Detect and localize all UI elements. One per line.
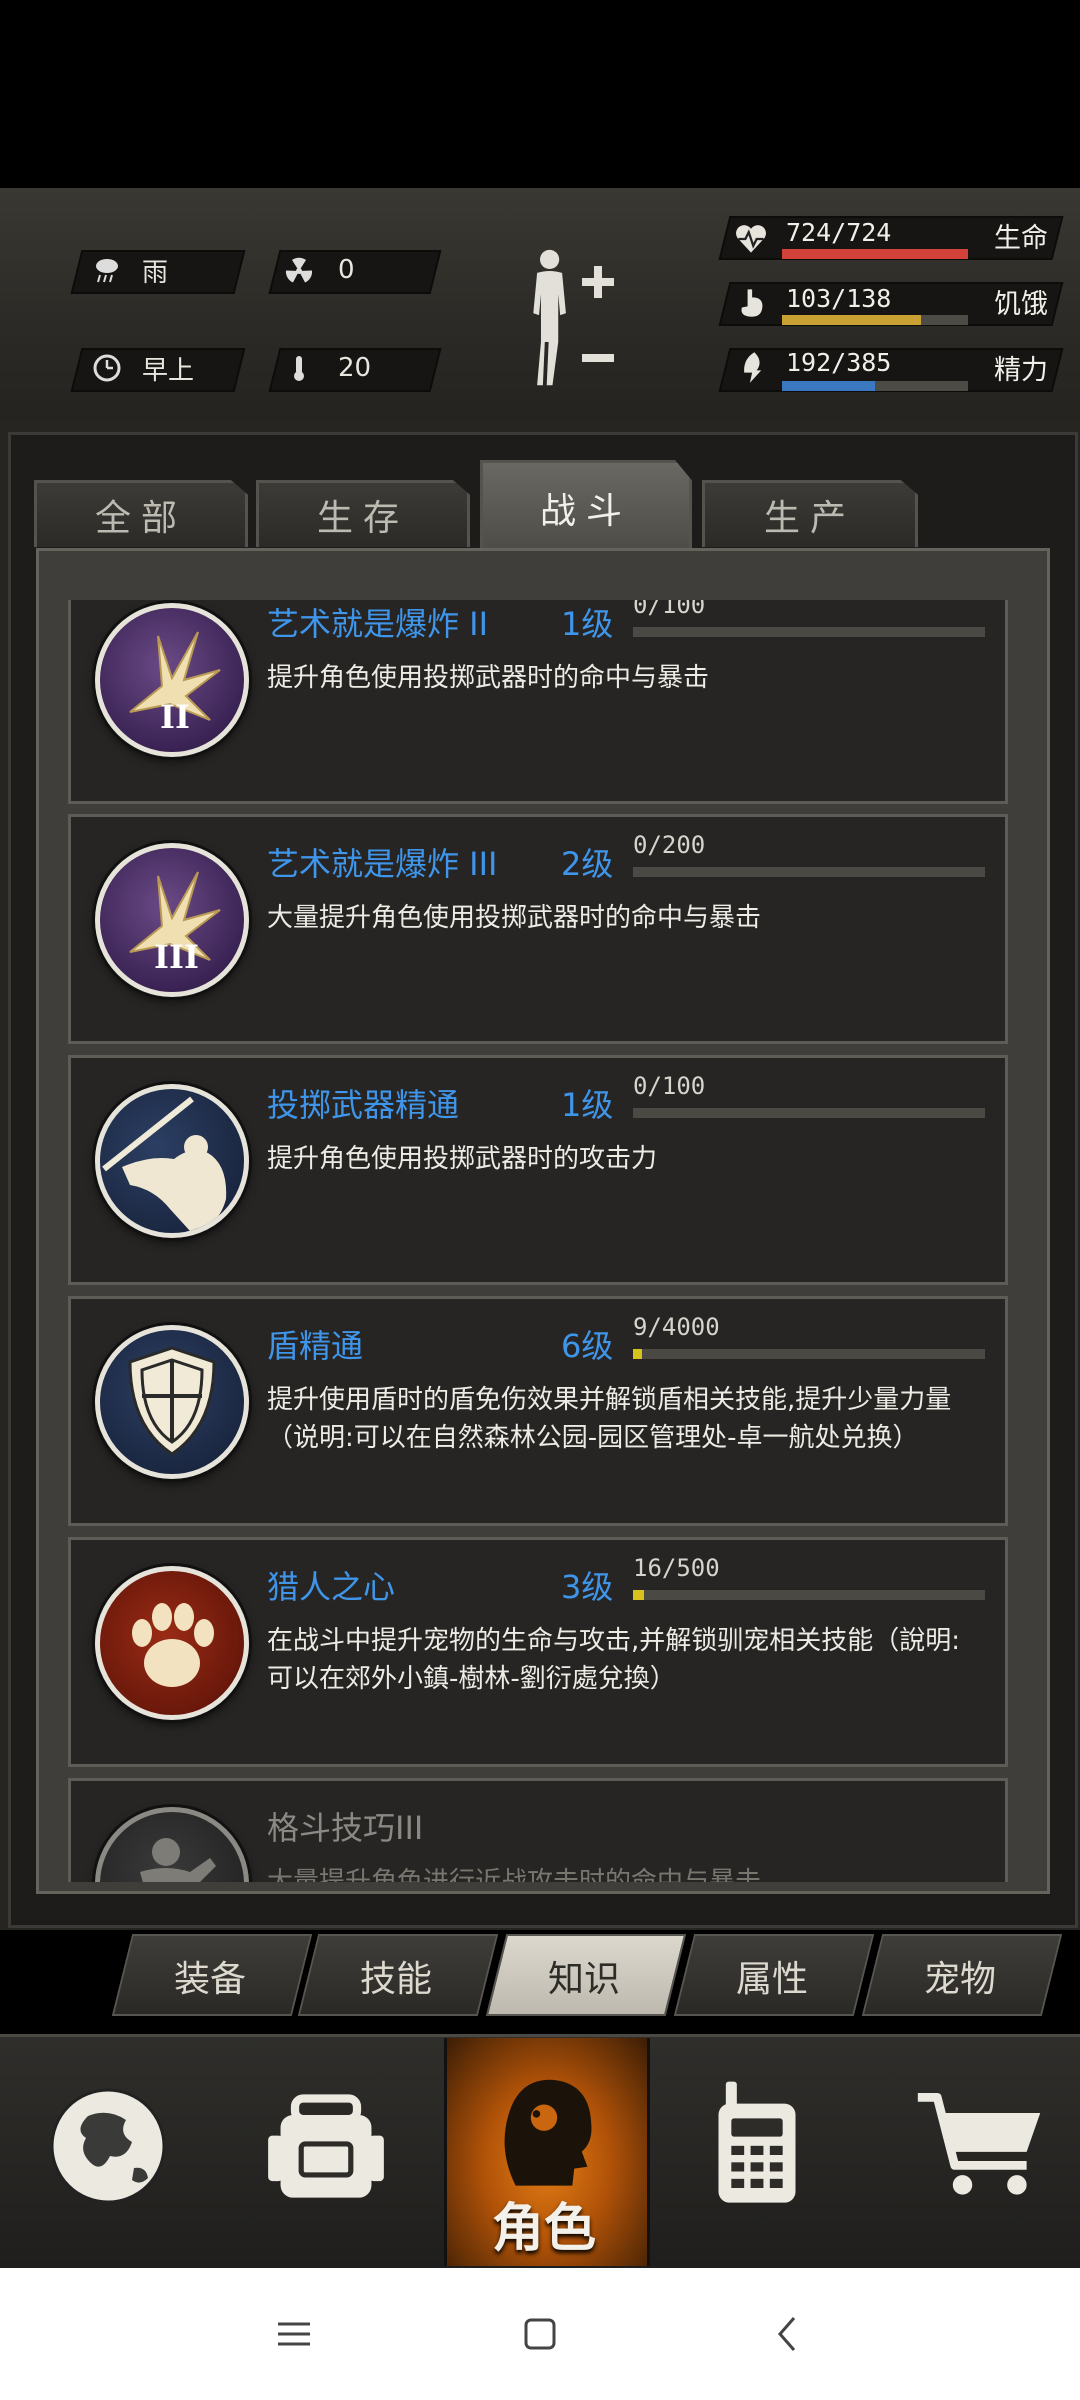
skill-description: 提升使用盾时的盾免伤效果并解锁盾相关技能,提升少量力量（说明:可以在自然森林公园… <box>267 1385 952 1453</box>
explosion-icon: II <box>95 603 249 757</box>
skill-description: 大量提升角色使用投掷武器时的命中与暴击 <box>267 903 762 933</box>
tab-all[interactable]: 全部 <box>34 480 248 547</box>
subtab-skills[interactable]: 技能 <box>308 1950 484 2002</box>
skill-name: 格斗技巧III <box>267 1809 424 1847</box>
energy-icon <box>744 352 762 383</box>
subtab-knowledge[interactable]: 知识 <box>496 1950 672 2002</box>
skill-card-shield-mastery[interactable]: 盾精通 6级 9/4000 提升使用盾时的盾免伤效果并解锁盾相关技能,提升少量力… <box>68 1296 1008 1526</box>
globe-icon[interactable] <box>48 2086 168 2206</box>
svg-text:II: II <box>160 698 190 736</box>
skill-card-art-explosion-3[interactable]: III 艺术就是爆炸 III 2级 0/200 大量提升角色使用投掷武器时的命中… <box>68 814 1008 1044</box>
tab-survival-label: 生存 <box>316 498 409 539</box>
tab-survival[interactable]: 生存 <box>256 480 470 547</box>
temperature-value: 20 <box>338 353 372 383</box>
skill-xp: 0/100 <box>633 1072 706 1100</box>
skill-xp: 0/100 <box>633 600 706 619</box>
temperature-chip: 20 <box>284 348 371 388</box>
skill-progress-bar <box>633 1590 985 1600</box>
skill-card-hunter-heart[interactable]: 猎人之心 3级 16/500 在战斗中提升宠物的生命与攻击,并解锁驯宠相关技能（… <box>68 1537 1008 1767</box>
subtab-equipment[interactable]: 装备 <box>122 1950 298 2002</box>
svg-text:III: III <box>154 938 199 976</box>
clock-icon <box>93 354 121 382</box>
back-icon[interactable] <box>768 2314 808 2354</box>
energy-label: 精力 <box>994 355 1048 386</box>
skill-level: 2级 <box>561 845 614 883</box>
skill-name: 投掷武器精通 <box>267 1086 460 1124</box>
health-bar <box>782 249 968 259</box>
skill-name: 艺术就是爆炸 II <box>267 605 489 643</box>
skill-name: 盾精通 <box>267 1327 364 1365</box>
hunger-label: 饥饿 <box>994 289 1048 320</box>
skill-progress-bar <box>633 1349 985 1359</box>
skill-level: 1级 <box>561 605 614 643</box>
subtab-pets[interactable]: 宠物 <box>872 1950 1048 2002</box>
nav-character-label: 角色 <box>491 2199 596 2259</box>
status-bar-area <box>0 0 1080 188</box>
hunger-bar <box>782 315 968 325</box>
fighter-icon <box>95 1807 249 1882</box>
subtab-attributes[interactable]: 属性 <box>684 1950 860 2002</box>
minus-icon[interactable] <box>578 338 618 378</box>
skill-xp: 16/500 <box>633 1554 720 1582</box>
skill-level: 1级 <box>561 1086 614 1124</box>
javelin-thrower-icon <box>95 1084 249 1238</box>
radiation-icon <box>285 257 313 283</box>
tab-production-label: 生产 <box>763 498 856 539</box>
radiation-value: 0 <box>338 255 355 285</box>
skill-description: 大量提升角色进行近战攻击时的命中与暴击 <box>267 1867 762 1882</box>
time-of-day-label: 早上 <box>142 355 195 386</box>
heart-pulse-icon <box>736 225 766 253</box>
explosion-icon: III <box>95 843 249 997</box>
thermometer-icon <box>294 356 304 381</box>
weather-chip: 雨 <box>92 250 168 290</box>
tab-combat-label: 战斗 <box>539 491 632 532</box>
radiation-chip: 0 <box>284 250 355 290</box>
skill-name: 猎人之心 <box>267 1568 396 1606</box>
radio-icon[interactable] <box>702 2074 812 2214</box>
plus-icon[interactable] <box>578 262 618 302</box>
skill-level: 6级 <box>561 1327 614 1365</box>
skill-list[interactable]: II 艺术就是爆炸 II 1级 0/100 提升角色使用投掷武器时的命中与暴击 … <box>68 600 1008 1882</box>
stomach-icon <box>741 289 763 317</box>
time-chip: 早上 <box>92 348 194 388</box>
skill-xp: 9/4000 <box>633 1313 720 1341</box>
home-icon[interactable] <box>520 2314 560 2354</box>
paw-icon <box>95 1566 249 1720</box>
skill-card-fighting-technique-3[interactable]: 格斗技巧III 大量提升角色进行近战攻击时的命中与暴击 <box>68 1778 1008 1882</box>
energy-bar <box>782 381 968 391</box>
health-label: 生命 <box>994 223 1048 254</box>
tab-all-label: 全部 <box>94 498 187 539</box>
skill-progress-bar <box>633 867 985 877</box>
shield-icon <box>95 1325 249 1479</box>
tab-production[interactable]: 生产 <box>702 480 918 547</box>
hunger-value: 103/138 <box>786 284 892 313</box>
menu-icon[interactable] <box>274 2314 314 2354</box>
weather-label: 雨 <box>142 257 169 288</box>
tab-combat[interactable]: 战斗 <box>480 460 692 553</box>
skill-description: 提升角色使用投掷武器时的攻击力 <box>267 1144 658 1174</box>
skill-description: 提升角色使用投掷武器时的命中与暴击 <box>267 663 710 693</box>
health-value: 724/724 <box>786 218 892 247</box>
skill-level: 3级 <box>561 1568 614 1606</box>
skill-description: 在战斗中提升宠物的生命与攻击,并解锁驯宠相关技能（說明:可以在郊外小鎮-樹林-劉… <box>267 1626 961 1694</box>
skill-xp: 0/200 <box>633 831 706 859</box>
skill-card-throwing-mastery[interactable]: 投掷武器精通 1级 0/100 提升角色使用投掷武器时的攻击力 <box>68 1055 1008 1285</box>
skill-progress-bar <box>633 1108 985 1118</box>
backpack-icon[interactable] <box>264 2084 388 2208</box>
rain-cloud-icon <box>96 259 118 283</box>
skill-progress-bar <box>633 627 985 637</box>
skill-card-art-explosion-2[interactable]: II 艺术就是爆炸 II 1级 0/100 提升角色使用投掷武器时的命中与暴击 <box>68 600 1008 804</box>
cart-icon[interactable] <box>912 2086 1048 2206</box>
energy-value: 192/385 <box>786 348 892 377</box>
skill-name: 艺术就是爆炸 III <box>267 845 498 883</box>
